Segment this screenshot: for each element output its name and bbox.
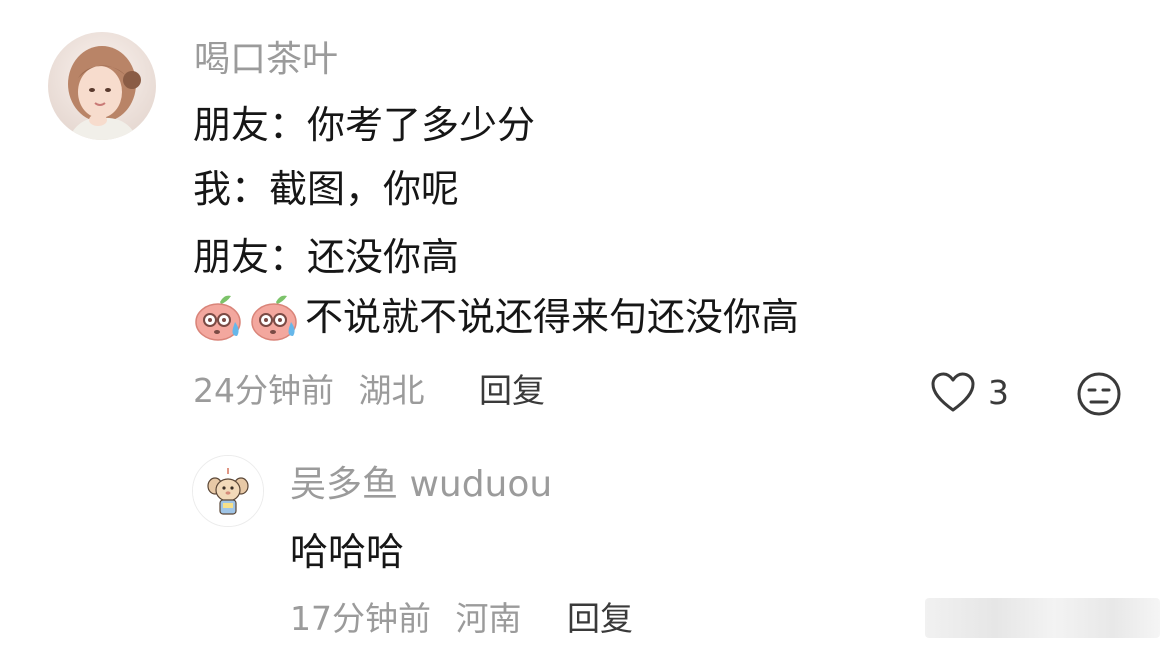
comment-like-count: 3 [988, 372, 1009, 412]
reply-reply-button[interactable]: 回复 [567, 602, 633, 635]
avatar-image [193, 456, 263, 526]
unamused-face-icon [1077, 372, 1121, 416]
sweat-peach-emoji-icon [251, 295, 297, 341]
reply-username[interactable]: 吴多鱼 wuduou [290, 467, 552, 503]
sweat-peach-emoji-icon [195, 295, 241, 341]
comment-dislike-button[interactable] [1076, 371, 1122, 421]
comment-text-line-1: 朋友：你考了多少分 [193, 103, 536, 147]
reply-time: 17分钟前 [290, 599, 431, 638]
comment-text-line-2: 我：截图，你呢 [193, 167, 460, 211]
comment-meta: 24分钟前 湖北 [193, 374, 425, 407]
reply-location: 河南 [455, 599, 522, 638]
reply-text: 哈哈哈 [290, 530, 405, 574]
comment-username[interactable]: 喝口茶叶 [194, 42, 338, 78]
comment-reply-button[interactable]: 回复 [479, 374, 545, 407]
reply-actions-obscured [925, 598, 1160, 638]
comment-time: 24分钟前 [193, 371, 334, 410]
heart-outline-icon [931, 372, 975, 412]
comment-emoji-line: 不说就不说还得来句还没你高 [193, 292, 799, 342]
comment-emoji-line-text: 不说就不说还得来句还没你高 [305, 295, 800, 339]
comment-location: 湖北 [358, 371, 425, 410]
comment-avatar[interactable] [48, 32, 156, 140]
reply-meta: 17分钟前 河南 [290, 602, 522, 635]
reply-avatar[interactable] [192, 455, 264, 527]
comment-like-button[interactable]: 3 [930, 371, 1009, 413]
avatar-image [48, 32, 156, 140]
comment-text-line-3: 朋友：还没你高 [193, 235, 460, 279]
